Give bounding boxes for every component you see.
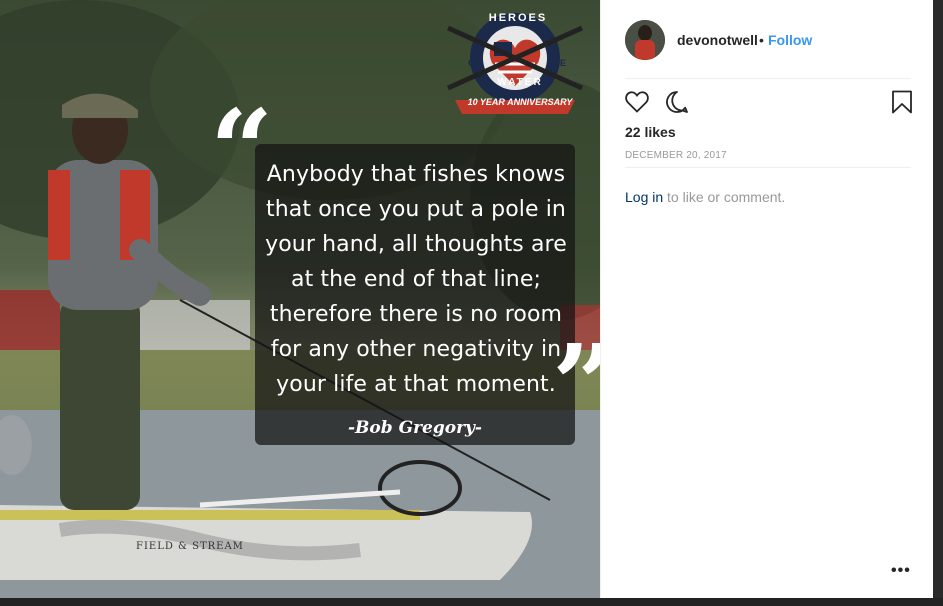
comment-icon[interactable] bbox=[665, 90, 689, 114]
header-divider bbox=[625, 78, 911, 79]
heart-icon[interactable] bbox=[625, 91, 649, 113]
comment-divider bbox=[625, 167, 911, 168]
window-edge bbox=[933, 0, 943, 606]
logo-heroes-text: HEROES bbox=[488, 12, 548, 24]
avatar[interactable] bbox=[625, 20, 665, 60]
avatar-image bbox=[625, 20, 665, 60]
username-link[interactable]: devonotwell bbox=[677, 32, 758, 48]
header-separator: • bbox=[759, 32, 764, 48]
post-image[interactable]: HEROES ON THE WATER 10 YEAR ANNIVERSARY … bbox=[0, 0, 600, 598]
bottom-edge bbox=[0, 598, 943, 606]
login-prompt-text: to like or comment. bbox=[663, 189, 786, 205]
follow-button[interactable]: Follow bbox=[768, 32, 812, 48]
logo-the-text: THE bbox=[548, 58, 566, 68]
bookmark-icon[interactable] bbox=[891, 90, 913, 114]
logo-on-text: ON bbox=[468, 58, 482, 68]
more-options-button[interactable]: ••• bbox=[891, 562, 911, 580]
quote-text: Anybody that fishes knows that once you … bbox=[265, 162, 567, 397]
logo-water-text: WATER bbox=[497, 77, 543, 88]
likes-count[interactable]: 22 likes bbox=[625, 124, 676, 140]
logo-anniversary-text: 10 YEAR ANNIVERSARY bbox=[467, 97, 573, 107]
post-date[interactable]: DECEMBER 20, 2017 bbox=[625, 150, 727, 161]
login-prompt: Log in to like or comment. bbox=[625, 189, 785, 205]
login-link[interactable]: Log in bbox=[625, 189, 663, 205]
quote-author: -Bob Gregory- bbox=[348, 418, 482, 438]
boat-brand-text: FIELD & STREAM bbox=[136, 541, 244, 552]
post-details-panel: devonotwell • Follow 22 likes DECEMBER 2… bbox=[600, 0, 934, 598]
